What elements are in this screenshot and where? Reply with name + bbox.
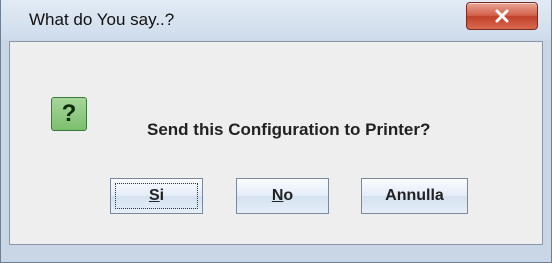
cancel-button[interactable]: Annulla — [361, 178, 468, 214]
window-frame-bottom — [1, 246, 551, 262]
yes-button-label-rest: i — [159, 187, 165, 204]
dialog-message: Send this Configuration to Printer? — [147, 120, 431, 139]
no-button-label-rest: o — [283, 187, 294, 204]
close-button[interactable] — [466, 2, 538, 30]
no-button-mnemonic: N — [271, 187, 284, 204]
dialog-window: What do You say..? ? Send this Configura… — [0, 0, 552, 263]
dialog-content: ? Send this Configuration to Printer? Si… — [9, 41, 543, 245]
question-icon: ? — [51, 97, 87, 131]
cancel-button-label: Annulla — [385, 187, 444, 204]
yes-button-mnemonic: S — [148, 187, 160, 204]
no-button[interactable]: No — [236, 178, 329, 214]
close-icon — [495, 9, 509, 23]
title-bar[interactable]: What do You say..? — [1, 0, 551, 40]
yes-button[interactable]: Si — [110, 178, 203, 214]
window-title: What do You say..? — [29, 10, 175, 29]
